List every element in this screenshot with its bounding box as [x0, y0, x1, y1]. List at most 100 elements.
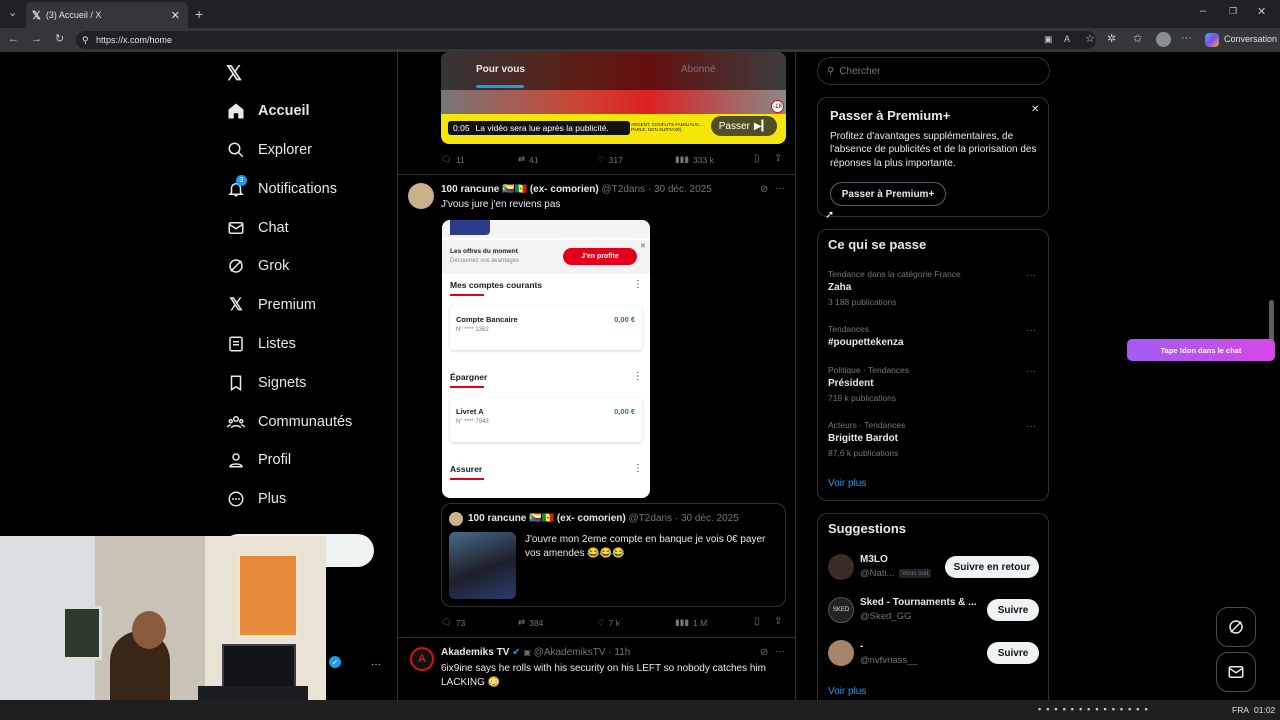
account-more-icon[interactable]: ···	[371, 659, 381, 670]
trend-name[interactable]: Président	[828, 378, 874, 389]
extensions-icon[interactable]: ✲	[1107, 34, 1116, 45]
trend-more-icon[interactable]: ···	[1026, 366, 1036, 377]
quoted-post[interactable]: 100 rancune 🇰🇲🇸🇳 (ex- comorien) @T2dans …	[441, 503, 786, 607]
tab-pour-vous[interactable]: Pour vous	[476, 64, 525, 75]
repost-action[interactable]: ⇄ 384	[518, 617, 543, 628]
copilot-icon[interactable]	[1205, 33, 1219, 47]
maximize-icon[interactable]: ❐	[1229, 7, 1237, 16]
input-language[interactable]: FRA	[1232, 705, 1249, 715]
suggestions-more-link[interactable]: Voir plus	[828, 686, 866, 697]
trend-name[interactable]: Brigitte Bardot	[828, 433, 898, 444]
post-date[interactable]: 11h	[614, 647, 630, 658]
conversation-button[interactable]: Conversation	[1224, 34, 1277, 44]
like-action[interactable]: ♡ 7 k	[597, 617, 620, 628]
suggestion-name[interactable]: Sked - Tournaments & ...	[860, 597, 977, 608]
favorite-star-icon[interactable]: ☆	[1085, 34, 1095, 45]
nav-item-explorer[interactable]: Explorer	[226, 135, 312, 165]
offers-button[interactable]: J'en profite	[563, 248, 637, 265]
author-handle[interactable]: @AkademiksTV	[534, 647, 606, 658]
like-action[interactable]: ♡ 317	[597, 154, 623, 165]
follow-button[interactable]: Suivre	[987, 599, 1039, 621]
nav-item-signets[interactable]: Signets	[226, 368, 306, 398]
x-logo-icon[interactable]: 𝕏	[226, 61, 242, 86]
reload-icon[interactable]: ↻	[55, 34, 64, 45]
minimize-icon[interactable]: –	[1200, 6, 1206, 17]
messages-float-button[interactable]	[1216, 652, 1256, 692]
views-action[interactable]: ▮▮▮ 1 M	[675, 617, 707, 628]
suggestion-avatar[interactable]: SKED	[828, 597, 854, 623]
repost-action[interactable]: ⇄ 41	[518, 154, 539, 165]
reply-action[interactable]: 🗨 11	[441, 154, 465, 165]
app-icon[interactable]: ▣	[1044, 35, 1053, 44]
post-more-icon[interactable]: ···	[775, 646, 785, 657]
author-handle[interactable]: @T2dans	[602, 184, 646, 195]
author-name[interactable]: Akademiks TV	[441, 647, 509, 658]
nav-item-communautes[interactable]: Communautés	[226, 407, 352, 437]
skip-ad-button[interactable]: Passer ▶▎	[711, 116, 777, 136]
kebab-icon[interactable]: ⋮	[633, 463, 643, 474]
search-input[interactable]: ⚲ Chercher	[817, 57, 1050, 85]
suggestion-avatar[interactable]	[828, 554, 854, 580]
quote-image	[449, 532, 516, 599]
nav-item-plus[interactable]: Plus	[226, 484, 286, 514]
close-tab-icon[interactable]: ✕	[171, 9, 180, 22]
suggestion-avatar[interactable]	[828, 640, 854, 666]
window-close-icon[interactable]: ✕	[1257, 7, 1266, 18]
new-tab-icon[interactable]: +	[195, 7, 203, 21]
trend-more-icon[interactable]: ···	[1026, 325, 1036, 336]
trends-more-link[interactable]: Voir plus	[828, 478, 866, 489]
kebab-icon[interactable]: ⋮	[633, 371, 643, 382]
trend-more-icon[interactable]: ···	[1026, 421, 1036, 432]
grok-float-button[interactable]	[1216, 607, 1256, 647]
nav-item-listes[interactable]: Listes	[226, 329, 296, 359]
clock[interactable]: 01:02	[1254, 705, 1275, 715]
kebab-icon[interactable]: ⋮	[633, 279, 643, 290]
nav-item-premium[interactable]: 𝕏 Premium	[226, 290, 316, 320]
avatar[interactable]	[408, 183, 434, 209]
tab-list-chevron-icon[interactable]: ⌄	[8, 8, 17, 19]
account-card[interactable]: Compte Bancaire N° **** 1362 0,00 €	[450, 306, 642, 350]
site-info-icon[interactable]: ⚲	[82, 35, 89, 46]
post-more-icon[interactable]: ···	[775, 183, 785, 194]
close-premium-icon[interactable]: ✕	[1031, 104, 1039, 115]
author-name[interactable]: 100 rancune 🇰🇲🇸🇳 (ex- comorien)	[441, 184, 599, 195]
grok-post-icon[interactable]: ⊘	[760, 184, 768, 195]
nav-item-notifications[interactable]: 3 Notifications	[226, 174, 337, 204]
suggestion-name[interactable]: -	[860, 641, 863, 652]
close-offers-icon[interactable]: ✕	[640, 242, 646, 250]
tab-abonne[interactable]: Abonné	[681, 64, 715, 75]
nav-item-profil[interactable]: Profil	[226, 445, 291, 475]
more-menu-icon[interactable]: ···	[1181, 33, 1192, 44]
avatar[interactable]: A	[410, 647, 434, 671]
bookmark-action[interactable]: ▯	[754, 153, 760, 164]
nav-item-grok[interactable]: Grok	[226, 251, 289, 281]
favorites-icon[interactable]: ✩	[1133, 34, 1142, 45]
bookmark-action[interactable]: ▯	[754, 616, 760, 627]
views-count: 1 M	[693, 617, 708, 628]
follow-back-button[interactable]: Suivre en retour	[945, 556, 1039, 578]
trend-name[interactable]: Zaha	[828, 282, 851, 293]
read-aloud-icon[interactable]: A	[1064, 35, 1070, 44]
share-action[interactable]: ⇪	[774, 616, 782, 627]
premium-button[interactable]: Passer à Premium+	[830, 182, 946, 206]
trend-more-icon[interactable]: ···	[1026, 270, 1036, 281]
post-image[interactable]: Les offres du moment Découvrez vos avant…	[442, 220, 650, 498]
back-icon[interactable]: ←	[8, 34, 19, 45]
views-action[interactable]: ▮▮▮ 333 k	[675, 154, 714, 165]
envelope-icon	[226, 218, 246, 238]
tray-icons[interactable]: ▪▪▪▪▪▪▪▪▪▪▪▪▪▪	[1038, 704, 1153, 714]
profile-avatar[interactable]	[1156, 32, 1171, 47]
browser-tab[interactable]: 𝕏 (3) Accueil / X ✕	[26, 2, 188, 28]
nav-item-chat[interactable]: Chat	[226, 213, 289, 243]
grok-post-icon[interactable]: ⊘	[760, 647, 768, 658]
follow-button[interactable]: Suivre	[987, 642, 1039, 664]
share-action[interactable]: ⇪	[774, 153, 782, 164]
reply-action[interactable]: 🗨 73	[441, 617, 465, 628]
post-date[interactable]: 30 déc. 2025	[654, 184, 712, 195]
trend-name[interactable]: #poupettekenza	[828, 337, 904, 348]
url-field[interactable]: ⚲ https://x.com/home	[76, 31, 1096, 49]
nav-item-accueil[interactable]: Accueil	[226, 96, 310, 126]
suggestion-name[interactable]: M3LO	[860, 554, 888, 565]
forward-icon[interactable]: →	[31, 34, 42, 45]
account-card[interactable]: Livret A N° **** 7943 0,00 €	[450, 398, 642, 442]
